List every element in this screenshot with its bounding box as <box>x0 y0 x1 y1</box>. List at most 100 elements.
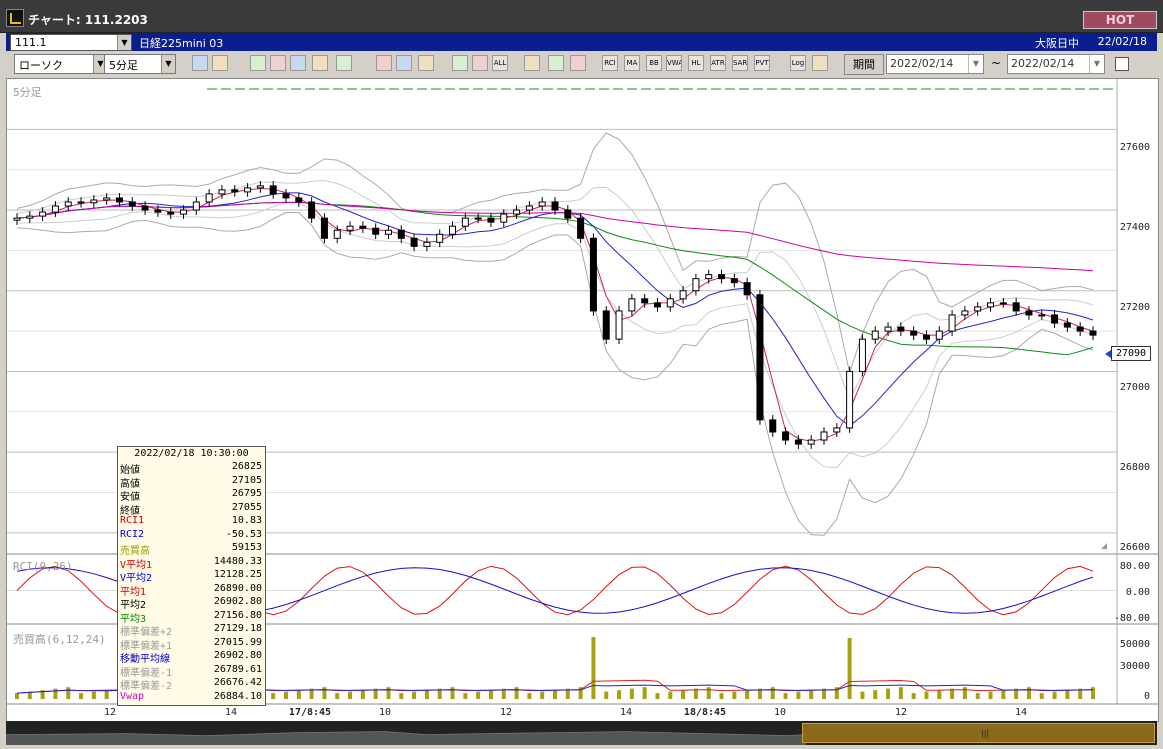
volume-bar <box>424 690 429 699</box>
candle-body <box>1089 330 1097 336</box>
volume-bar <box>937 690 942 699</box>
info-value: 26789.61 <box>213 663 262 675</box>
zoom-icon[interactable] <box>192 55 208 71</box>
vwa-icon[interactable]: VWA <box>666 55 682 71</box>
app-icon <box>6 9 24 27</box>
volume-bar <box>604 691 609 699</box>
wrench-b-icon[interactable] <box>548 55 564 71</box>
bb-icon[interactable]: BB <box>646 55 662 71</box>
pen-icon[interactable] <box>376 55 392 71</box>
volume-bar <box>796 691 801 699</box>
candle-body <box>794 439 802 445</box>
symbol-code: 111.1 <box>15 36 47 49</box>
draw-lines-icon[interactable] <box>312 55 328 71</box>
volume-bar <box>1039 693 1044 699</box>
candle-body <box>782 431 790 441</box>
volume-bar <box>412 691 417 699</box>
candle-body <box>897 326 905 332</box>
volume-bar <box>15 693 19 699</box>
cursor-icon[interactable] <box>396 55 412 71</box>
hl-icon[interactable]: HL <box>688 55 704 71</box>
candle-body <box>231 189 239 193</box>
scrollbar-thumb[interactable] <box>802 723 1155 743</box>
symbol-select[interactable]: 111.1 ▼ <box>10 34 132 51</box>
info-icon[interactable] <box>336 55 352 71</box>
rci-icon[interactable]: RCI <box>602 55 618 71</box>
volume-bar <box>1052 691 1057 699</box>
exit-icon[interactable] <box>812 55 828 71</box>
candle-body <box>180 209 188 215</box>
volume-bar <box>770 687 775 699</box>
chart-type-select[interactable]: ローソク ▼ <box>14 54 108 74</box>
hot-button[interactable]: HOT <box>1083 11 1157 29</box>
volume-bar <box>527 693 532 699</box>
palette-icon[interactable] <box>570 55 586 71</box>
candle-body <box>692 278 700 292</box>
calendar-dropdown-icon[interactable]: ▼ <box>968 55 983 73</box>
scroll-grip-icon[interactable]: ||| <box>981 729 989 738</box>
market-name: 大阪日中 <box>1035 37 1079 50</box>
volume-bar <box>655 693 660 699</box>
candle-body <box>948 314 956 332</box>
chevron-down-icon[interactable]: ▼ <box>117 35 131 50</box>
candle-body <box>282 193 290 199</box>
x-tick: 12 <box>499 707 513 718</box>
period-checkbox[interactable] <box>1115 57 1129 71</box>
candle-body <box>26 215 34 219</box>
candle-body <box>51 205 59 213</box>
scroll-corner-icon <box>1101 543 1107 549</box>
undo-icon[interactable] <box>418 55 434 71</box>
candle-body <box>615 310 623 340</box>
candle-body <box>333 229 341 239</box>
info-row: 高値 27105 <box>118 475 265 490</box>
date-to-field[interactable]: 2022/02/14 ▼ <box>1007 54 1105 74</box>
log-icon[interactable]: Log <box>790 55 806 71</box>
info-value: 26902.80 <box>213 650 262 661</box>
chart-add-icon[interactable] <box>270 55 286 71</box>
volume-bar <box>1001 690 1006 699</box>
download-icon[interactable] <box>250 55 266 71</box>
candle-body <box>1051 314 1059 324</box>
info-key: RCI1 <box>120 515 145 526</box>
symbol-bar: 111.1 ▼ 日経225mini 03 大阪日中 22/02/18 <box>6 33 1157 51</box>
x-tick: 12 <box>894 707 908 718</box>
volume-tick: 30000 <box>1119 661 1150 672</box>
period-button[interactable]: 期間 <box>844 54 884 75</box>
candle-b-icon[interactable] <box>472 55 488 71</box>
chart-bars-icon[interactable] <box>290 55 306 71</box>
wrench-a-icon[interactable] <box>524 55 540 71</box>
volume-bar <box>988 691 993 699</box>
info-value: 26825 <box>231 461 262 472</box>
date-to-value: 2022/02/14 <box>1011 57 1075 70</box>
all-icon[interactable]: ALL <box>492 55 508 71</box>
candle-body <box>718 274 726 280</box>
date-from-field[interactable]: 2022/02/14 ▼ <box>886 54 984 74</box>
volume-bar <box>348 691 353 699</box>
candle-body <box>551 201 559 211</box>
candle-body <box>961 310 969 316</box>
calendar-dropdown-icon[interactable]: ▼ <box>1089 55 1104 73</box>
candle-body <box>871 330 879 340</box>
info-row: 平均1 26890.00 <box>118 583 265 598</box>
interval-select[interactable]: 5分足 ▼ <box>104 54 176 74</box>
volume-bar <box>91 691 96 699</box>
info-value: 10.83 <box>231 515 262 526</box>
volume-bar <box>617 690 622 699</box>
volume-bar <box>271 693 276 699</box>
candle-body <box>820 431 828 441</box>
candle-body <box>346 225 354 231</box>
psar-icon[interactable]: SAR <box>732 55 748 71</box>
crosshair-icon[interactable] <box>212 55 228 71</box>
ma-icon[interactable]: MA <box>624 55 640 71</box>
chevron-down-icon[interactable]: ▼ <box>161 55 175 73</box>
volume-bar <box>860 691 865 699</box>
time-scrollbar[interactable]: ||| <box>6 721 1157 745</box>
info-value: 27156.80 <box>213 609 262 621</box>
candle-a-icon[interactable] <box>452 55 468 71</box>
chart-area[interactable]: 5分足 RCI(9,26) 売買高(6,12,24) 27600 27400 2… <box>6 78 1159 722</box>
atr-icon[interactable]: ATR <box>710 55 726 71</box>
candle-body <box>513 209 521 215</box>
pvt-icon[interactable]: PVT <box>754 55 770 71</box>
candle-body <box>205 193 213 203</box>
info-row: V平均1 14480.33 <box>118 556 265 571</box>
